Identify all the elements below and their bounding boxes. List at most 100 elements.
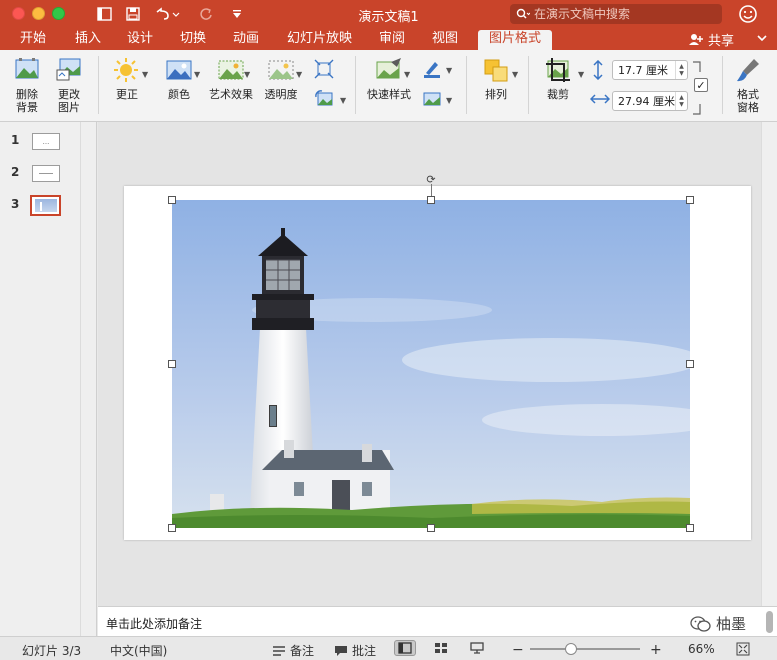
transparency-dropdown-icon[interactable]: ▼	[296, 70, 302, 79]
resize-handle-bottom-left[interactable]	[168, 524, 176, 532]
compress-pictures-button[interactable]	[310, 58, 338, 84]
sidebar-toggle-icon[interactable]	[95, 4, 113, 24]
corrections-button[interactable]: 更正	[108, 56, 146, 101]
resize-handle-left[interactable]	[168, 360, 176, 368]
tab-view[interactable]: 视图	[426, 30, 464, 50]
ribbon-separator	[528, 56, 529, 114]
slide-thumbnail-2[interactable]	[32, 165, 60, 182]
share-label: 共享	[708, 34, 735, 49]
save-icon[interactable]	[124, 4, 142, 24]
resize-handle-bottom-right[interactable]	[686, 524, 694, 532]
arrange-dropdown-icon[interactable]: ▼	[512, 70, 518, 79]
lighthouse-image[interactable]	[172, 200, 690, 528]
color-button[interactable]: 颜色	[160, 56, 198, 101]
height-stepper[interactable]: ▲ ▼	[675, 61, 687, 79]
resize-handle-bottom[interactable]	[427, 524, 435, 532]
zoom-level[interactable]: 66%	[688, 642, 715, 656]
tab-home[interactable]: 开始	[14, 30, 52, 50]
tab-animations[interactable]: 动画	[227, 30, 265, 50]
zoom-slider-track[interactable]	[530, 648, 640, 650]
search-icon	[516, 8, 530, 19]
width-icon	[589, 91, 611, 110]
lock-aspect-checkbox[interactable]: ✓	[694, 78, 708, 92]
notes-scrollbar-thumb[interactable]	[766, 611, 773, 633]
undo-icon[interactable]	[153, 4, 181, 24]
crop-dropdown-icon[interactable]: ▼	[578, 70, 584, 79]
picture-color-icon	[166, 60, 192, 80]
width-field[interactable]: 27.94 厘米 ▲ ▼	[612, 91, 688, 111]
reset-picture-button[interactable]	[310, 88, 338, 114]
presenter-view-icon	[470, 642, 484, 654]
tab-design[interactable]: 设计	[121, 30, 159, 50]
change-picture-button[interactable]: 更改 图片	[50, 56, 88, 114]
tab-slideshow[interactable]: 幻灯片放映	[281, 30, 358, 50]
resize-handle-top-left[interactable]	[168, 196, 176, 204]
zoom-out-button[interactable]: −	[512, 642, 524, 658]
share-button[interactable]: 共享	[688, 30, 734, 49]
format-pane-button[interactable]: 格式 窗格	[730, 56, 766, 114]
corrections-dropdown-icon[interactable]: ▼	[142, 70, 148, 79]
transparency-button[interactable]: 透明度	[262, 56, 300, 101]
slide[interactable]: ⟳	[124, 173, 751, 540]
language-indicator[interactable]: 中文(中国)	[110, 642, 167, 659]
slide-sorter-view-button[interactable]	[434, 642, 448, 654]
minimize-window-button[interactable]	[32, 7, 45, 20]
reset-dropdown-icon[interactable]: ▼	[340, 96, 346, 105]
border-dropdown-icon[interactable]: ▼	[446, 66, 452, 75]
resize-handle-top[interactable]	[427, 196, 435, 204]
zoom-in-button[interactable]: +	[650, 642, 662, 658]
reset-picture-icon	[315, 90, 333, 106]
notes-icon	[273, 645, 285, 656]
tab-transitions[interactable]: 切换	[174, 30, 212, 50]
comments-toggle-button[interactable]: 批注	[334, 642, 376, 659]
picture-border-button[interactable]	[420, 58, 444, 84]
crop-button[interactable]: 裁剪	[538, 56, 578, 101]
notes-placeholder: 单击此处添加备注	[106, 617, 203, 631]
slide-thumbnail-3[interactable]	[30, 195, 61, 216]
presenter-view-button[interactable]	[470, 642, 484, 654]
wechat-logo-icon	[690, 615, 711, 632]
artistic-dropdown-icon[interactable]: ▼	[244, 70, 250, 79]
artistic-effects-icon	[218, 60, 244, 80]
redo-icon[interactable]	[198, 4, 214, 24]
zoom-slider-knob[interactable]	[565, 643, 577, 655]
tab-insert[interactable]: 插入	[69, 30, 107, 50]
vertical-scrollbar[interactable]	[761, 122, 777, 606]
notes-pane[interactable]: 单击此处添加备注 柚墨	[98, 606, 777, 636]
ribbon-toolbar: 删除 背景 更改 图片 更正 ▼ 颜色 ▼ 艺术效果 ▼ 透明度 ▼ ▼ 快速样…	[0, 50, 777, 122]
rotate-handle-icon[interactable]: ⟳	[424, 172, 438, 186]
feedback-smiley-icon[interactable]	[738, 4, 758, 27]
remove-background-button[interactable]: 删除 背景	[8, 56, 46, 114]
maximize-window-button[interactable]	[52, 7, 65, 20]
resize-handle-top-right[interactable]	[686, 196, 694, 204]
thumbnail-image	[34, 199, 57, 212]
quick-styles-icon	[376, 58, 401, 79]
tab-review[interactable]: 审阅	[373, 30, 411, 50]
search-box[interactable]	[510, 4, 722, 24]
ribbon-separator	[98, 56, 99, 114]
sun-icon	[114, 58, 138, 82]
fit-to-window-button[interactable]	[736, 642, 750, 656]
height-field[interactable]: 17.7 厘米 ▲ ▼	[612, 60, 688, 80]
slide-thumbnail-1[interactable]: ...	[32, 133, 60, 150]
status-bar: 幻灯片 3/3 中文(中国) 备注 批注 − + 66%	[0, 636, 777, 660]
normal-view-button[interactable]	[394, 640, 416, 656]
collapse-ribbon-icon[interactable]	[756, 32, 768, 46]
color-dropdown-icon[interactable]: ▼	[194, 70, 200, 79]
notes-toggle-button[interactable]: 备注	[272, 642, 314, 659]
ribbon-separator	[722, 56, 723, 114]
quick-styles-dropdown-icon[interactable]: ▼	[404, 70, 410, 79]
customize-toolbar-icon[interactable]	[230, 4, 244, 24]
fit-window-icon	[736, 642, 750, 656]
remove-background-icon	[15, 58, 39, 79]
search-input[interactable]	[534, 7, 714, 21]
picture-effects-button[interactable]	[420, 88, 444, 114]
grid-view-icon	[435, 643, 447, 653]
effects-dropdown-icon[interactable]: ▼	[446, 96, 452, 105]
resize-handle-right[interactable]	[686, 360, 694, 368]
width-stepper[interactable]: ▲ ▼	[675, 92, 687, 110]
close-window-button[interactable]	[12, 7, 25, 20]
tab-picture-format[interactable]: 图片格式	[478, 30, 552, 50]
arrange-button[interactable]: 排列	[476, 56, 516, 101]
transparency-icon	[268, 60, 294, 80]
